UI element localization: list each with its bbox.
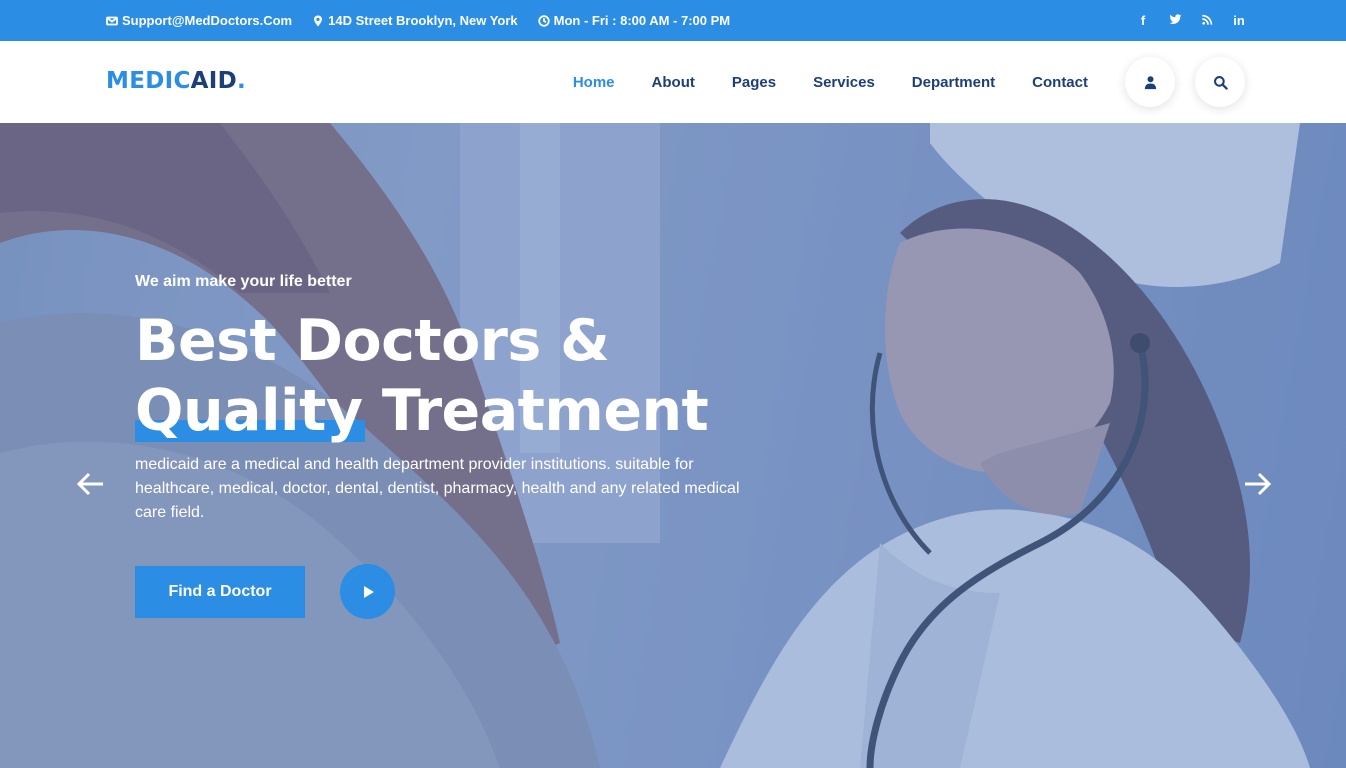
hero-description: medicaid are a medical and health depart… (135, 456, 740, 521)
envelope-icon (106, 16, 118, 25)
play-icon (363, 585, 374, 598)
email-info[interactable]: Support@MedDoctors.Com (106, 13, 292, 28)
hours-info: Mon - Fri : 8:00 AM - 7:00 PM (537, 13, 731, 28)
search-icon (1213, 75, 1228, 90)
hero-title: Best Doctors & Quality Treatment (135, 306, 709, 446)
main-header: MEDICAID. Home About Pages Services Depa… (0, 41, 1346, 123)
nav-contact[interactable]: Contact (1032, 74, 1088, 91)
twitter-icon[interactable] (1168, 13, 1182, 29)
hero-title-line-1: Best Doctors & (135, 308, 610, 374)
arrow-right-icon (1245, 472, 1272, 496)
top-info-bar: Support@MedDoctors.Com 14D Street Brookl… (0, 0, 1346, 41)
hero-title-line-2: Quality Treatment (135, 378, 709, 444)
address-text: 14D Street Brooklyn, New York (328, 13, 518, 28)
user-button[interactable] (1125, 57, 1175, 107)
address-info: 14D Street Brooklyn, New York (312, 13, 518, 28)
map-marker-icon (314, 15, 323, 26)
nav-home[interactable]: Home (573, 74, 615, 91)
arrow-left-icon (76, 472, 103, 496)
social-links: f in (1136, 0, 1246, 41)
nav-department[interactable]: Department (912, 74, 995, 91)
facebook-icon[interactable]: f (1136, 13, 1150, 28)
hours-text: Mon - Fri : 8:00 AM - 7:00 PM (553, 13, 731, 28)
nav-about[interactable]: About (652, 74, 695, 91)
main-nav: Home About Pages Services Department Con… (573, 41, 1088, 123)
site-logo[interactable]: MEDICAID. (106, 68, 246, 94)
slider-prev-button[interactable] (74, 467, 108, 501)
rss-icon[interactable] (1200, 13, 1214, 29)
nav-services[interactable]: Services (813, 74, 875, 91)
find-doctor-button[interactable]: Find a Doctor (135, 566, 305, 618)
search-button[interactable] (1195, 57, 1245, 107)
nav-pages[interactable]: Pages (732, 74, 776, 91)
user-icon (1144, 75, 1156, 89)
linkedin-icon[interactable]: in (1232, 13, 1246, 28)
play-video-button[interactable] (340, 564, 395, 619)
contact-info: Support@MedDoctors.Com 14D Street Brookl… (106, 0, 730, 41)
hero-subtitle: We aim make your life better (135, 273, 352, 290)
slider-next-button[interactable] (1240, 467, 1274, 501)
clock-icon (537, 14, 550, 27)
email-text: Support@MedDoctors.Com (122, 13, 293, 28)
hero-slider: We aim make your life better Best Doctor… (0, 123, 1346, 768)
